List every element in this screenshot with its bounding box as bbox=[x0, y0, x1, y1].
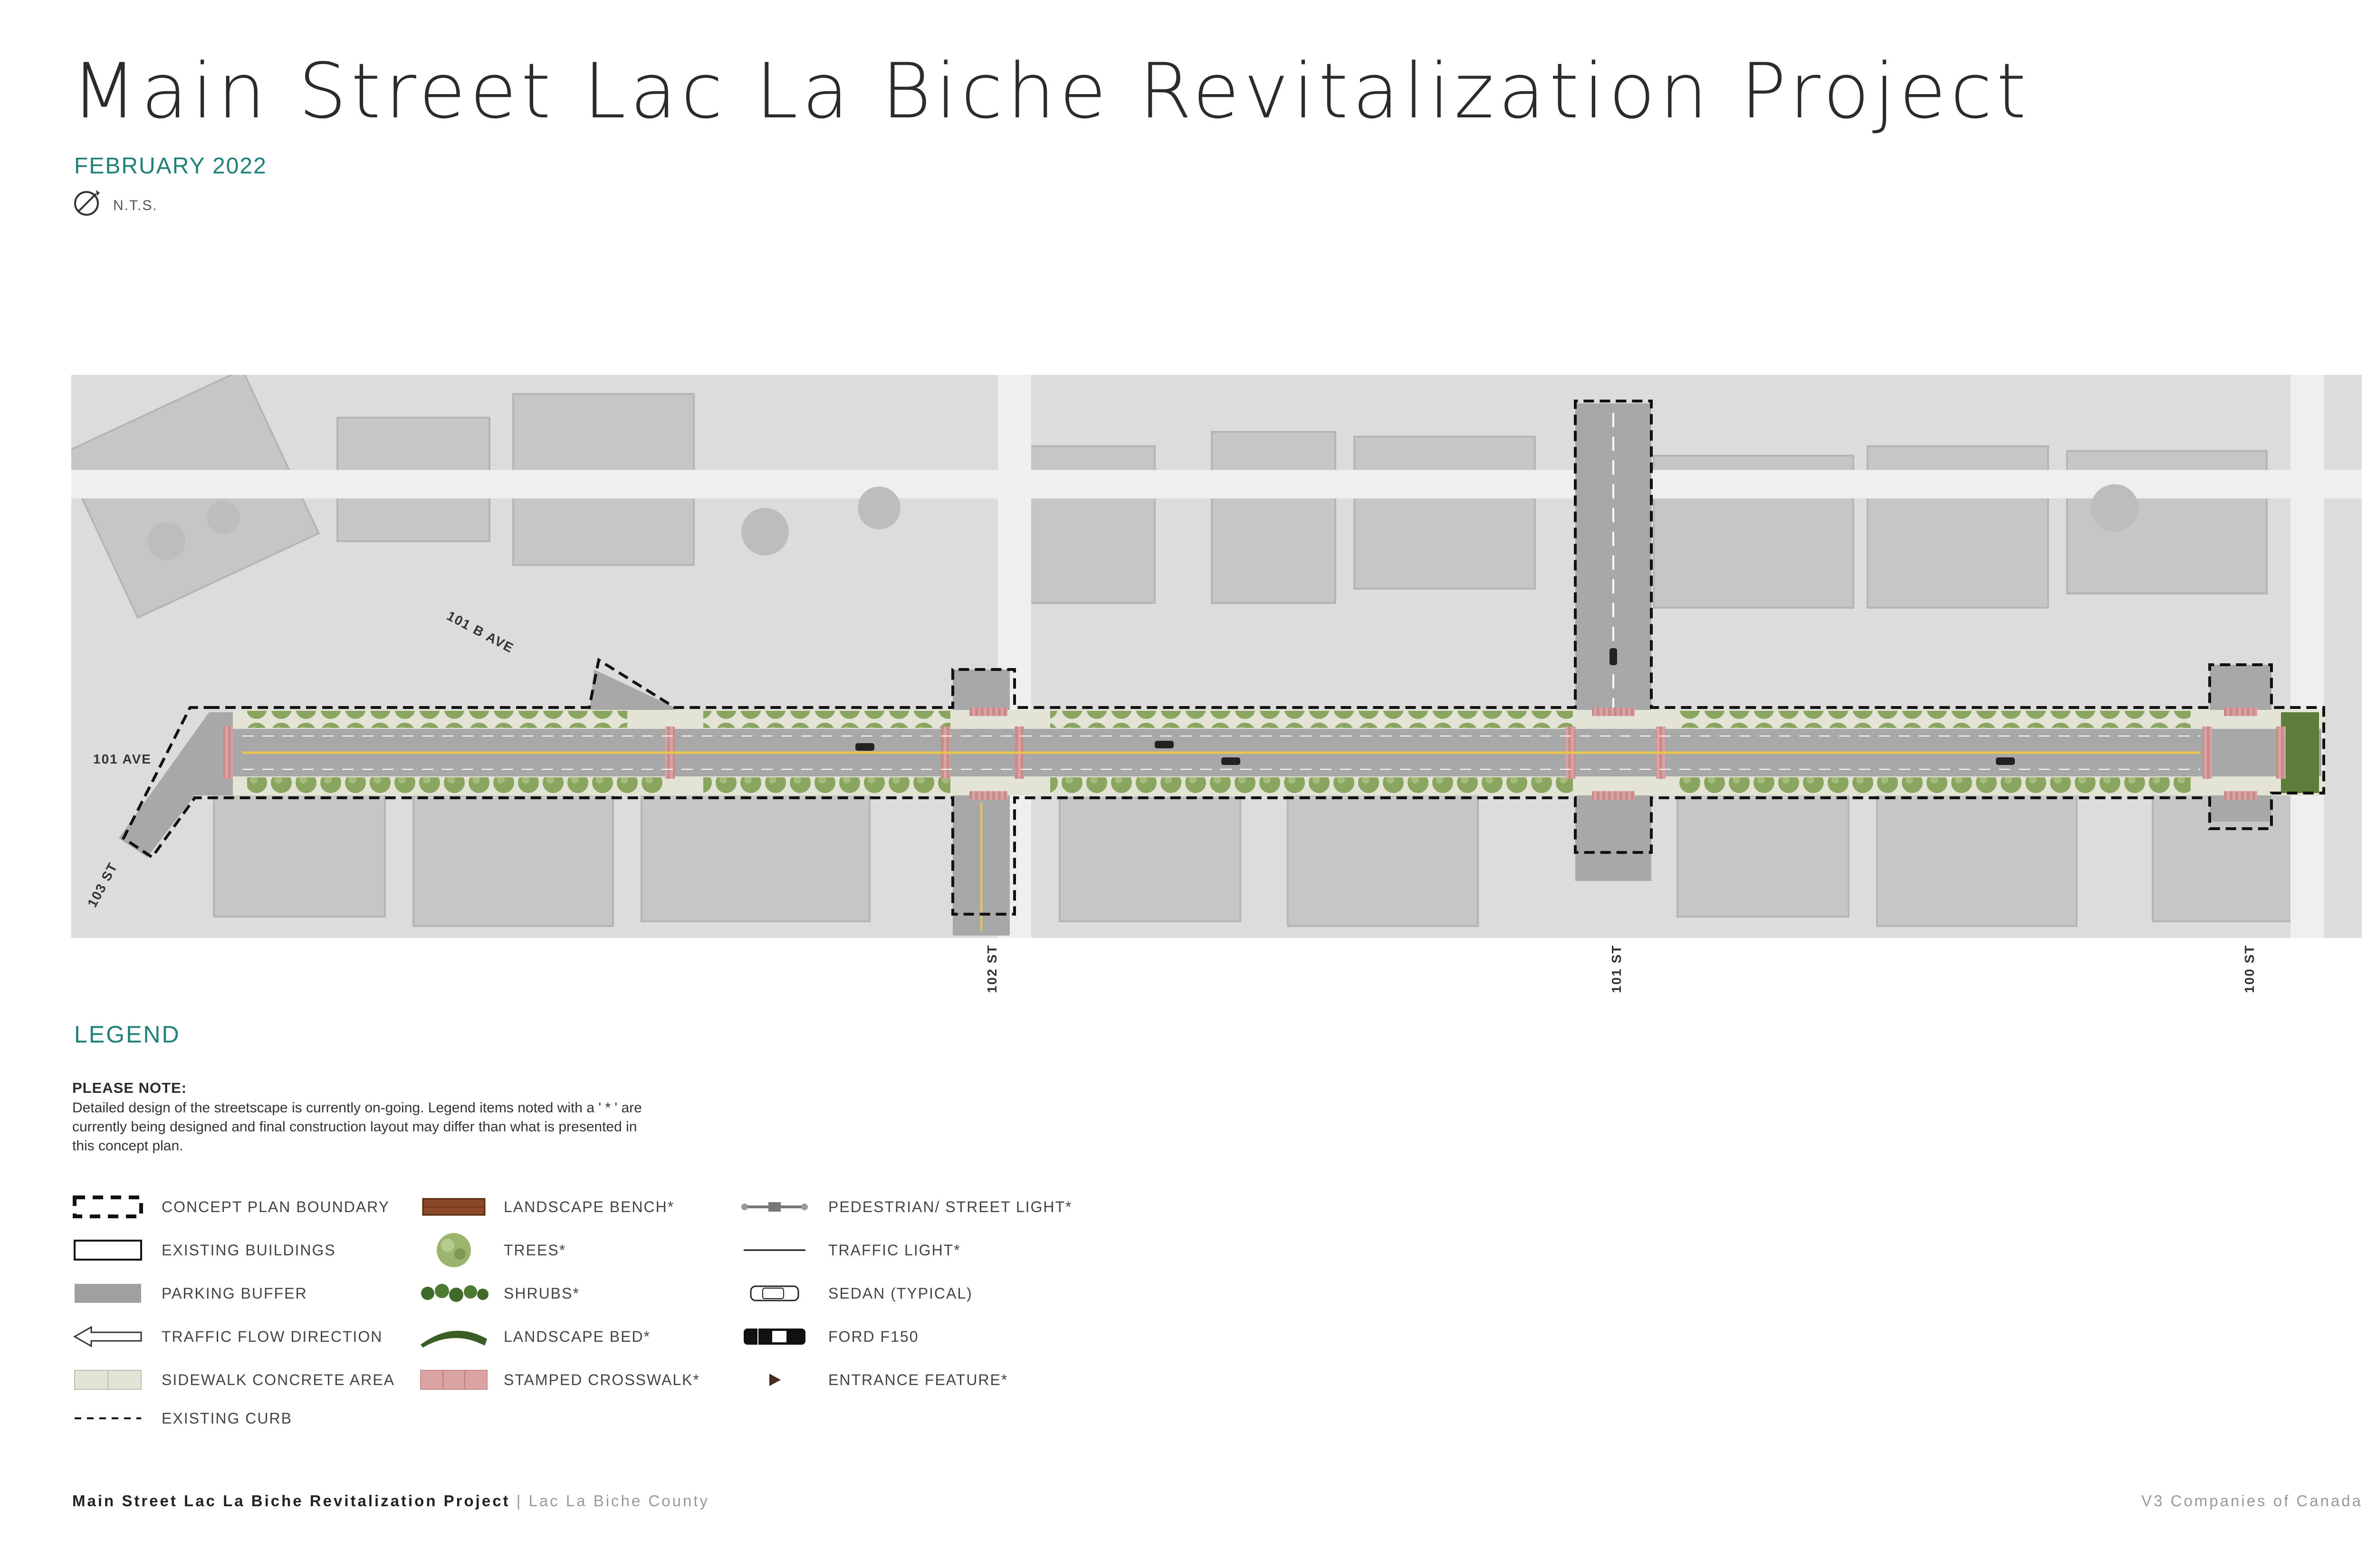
legend-label: SHRUBS* bbox=[504, 1284, 580, 1302]
shrubs-icon bbox=[418, 1279, 489, 1308]
footer-project-title: Main Street Lac La Biche Revitalization … bbox=[72, 1492, 510, 1510]
bench-icon bbox=[418, 1193, 489, 1221]
note-body: Detailed design of the streetscape is cu… bbox=[72, 1100, 642, 1154]
legend-item-stamped-crosswalk: STAMPED CROSSWALK* bbox=[418, 1366, 700, 1394]
legend-item-ford-f150: FORD F150 bbox=[739, 1322, 919, 1351]
curb-dashed-line-icon bbox=[72, 1404, 144, 1433]
legend-item-landscape-bench: LANDSCAPE BENCH* bbox=[418, 1193, 674, 1221]
sidewalk-swatch-icon bbox=[72, 1366, 144, 1394]
legend-item-sedan: SEDAN (TYPICAL) bbox=[739, 1279, 973, 1308]
legend-label: LANDSCAPE BENCH* bbox=[504, 1198, 675, 1215]
legend-label: ENTRANCE FEATURE* bbox=[828, 1371, 1008, 1388]
legend-label: STAMPED CROSSWALK* bbox=[504, 1371, 700, 1388]
legend-label: PARKING BUFFER bbox=[162, 1284, 307, 1302]
legend-label: TREES* bbox=[504, 1241, 566, 1259]
entrance-feature-icon bbox=[739, 1366, 810, 1394]
legend-item-traffic-flow-direction: TRAFFIC FLOW DIRECTION bbox=[72, 1322, 383, 1351]
legend-label: TRAFFIC FLOW DIRECTION bbox=[162, 1328, 383, 1345]
footer-project: Main Street Lac La Biche Revitalization … bbox=[72, 1492, 709, 1510]
tree-icon bbox=[418, 1233, 489, 1267]
legend-label: CONCEPT PLAN BOUNDARY bbox=[162, 1198, 390, 1215]
note-heading: PLEASE NOTE: bbox=[72, 1080, 187, 1096]
traffic-light-icon bbox=[739, 1236, 810, 1264]
concept-boundary-icon bbox=[72, 1193, 144, 1221]
arrow-left-icon bbox=[72, 1322, 144, 1351]
street-light-icon bbox=[739, 1193, 810, 1221]
footer-county: Lac La Biche County bbox=[528, 1492, 709, 1510]
legend-title: LEGEND bbox=[74, 1021, 181, 1048]
truck-icon bbox=[739, 1322, 810, 1351]
legend-item-parking-buffer: PARKING BUFFER bbox=[72, 1279, 307, 1308]
legend-item-existing-curb: EXISTING CURB bbox=[72, 1404, 292, 1433]
legend-label: PEDESTRIAN/ STREET LIGHT* bbox=[828, 1198, 1073, 1215]
legend-item-concept-plan-boundary: CONCEPT PLAN BOUNDARY bbox=[72, 1193, 390, 1221]
date-label: FEBRUARY 2022 bbox=[74, 153, 267, 179]
legend-item-shrubs: SHRUBS* bbox=[418, 1279, 580, 1308]
street-label-101-ave: 101 AVE bbox=[93, 752, 152, 766]
building-outline-icon bbox=[72, 1236, 144, 1264]
legend-label: SIDEWALK CONCRETE AREA bbox=[162, 1371, 395, 1388]
parking-buffer-icon bbox=[72, 1279, 144, 1308]
legend-item-trees: TREES* bbox=[418, 1233, 566, 1267]
legend-label: TRAFFIC LIGHT* bbox=[828, 1241, 961, 1259]
legend-label: EXISTING BUILDINGS bbox=[162, 1241, 336, 1259]
crosswalk-swatch-icon bbox=[418, 1366, 489, 1394]
legend-item-traffic-light: TRAFFIC LIGHT* bbox=[739, 1236, 961, 1264]
legend-item-sidewalk-concrete-area: SIDEWALK CONCRETE AREA bbox=[72, 1366, 395, 1394]
street-label-100-st: 100 ST bbox=[2242, 944, 2257, 993]
sedan-icon bbox=[739, 1279, 810, 1308]
legend-label: LANDSCAPE BED* bbox=[504, 1328, 651, 1345]
legend-label: EXISTING CURB bbox=[162, 1409, 292, 1427]
page-title: Main Street Lac La Biche Revitalization … bbox=[71, 47, 2031, 135]
legend-label: FORD F150 bbox=[828, 1328, 919, 1345]
legend-item-pedestrian-street-light: PEDESTRIAN/ STREET LIGHT* bbox=[739, 1193, 1073, 1221]
aerial-site-plan bbox=[71, 375, 2362, 938]
scale-label: N.T.S. bbox=[113, 198, 158, 213]
street-label-101-st: 101 ST bbox=[1609, 944, 1624, 993]
legend-item-landscape-bed: LANDSCAPE BED* bbox=[418, 1322, 651, 1351]
legend-label: SEDAN (TYPICAL) bbox=[828, 1284, 973, 1302]
legend-item-entrance-feature: ENTRANCE FEATURE* bbox=[739, 1366, 1008, 1394]
legend-item-existing-buildings: EXISTING BUILDINGS bbox=[72, 1236, 336, 1264]
north-arrow-icon bbox=[74, 190, 100, 216]
footer-separator: | bbox=[516, 1492, 523, 1510]
landscape-bed-icon bbox=[418, 1322, 489, 1351]
footer-company: V3 Companies of Canada bbox=[2141, 1492, 2363, 1510]
street-label-102-st: 102 ST bbox=[985, 944, 999, 993]
